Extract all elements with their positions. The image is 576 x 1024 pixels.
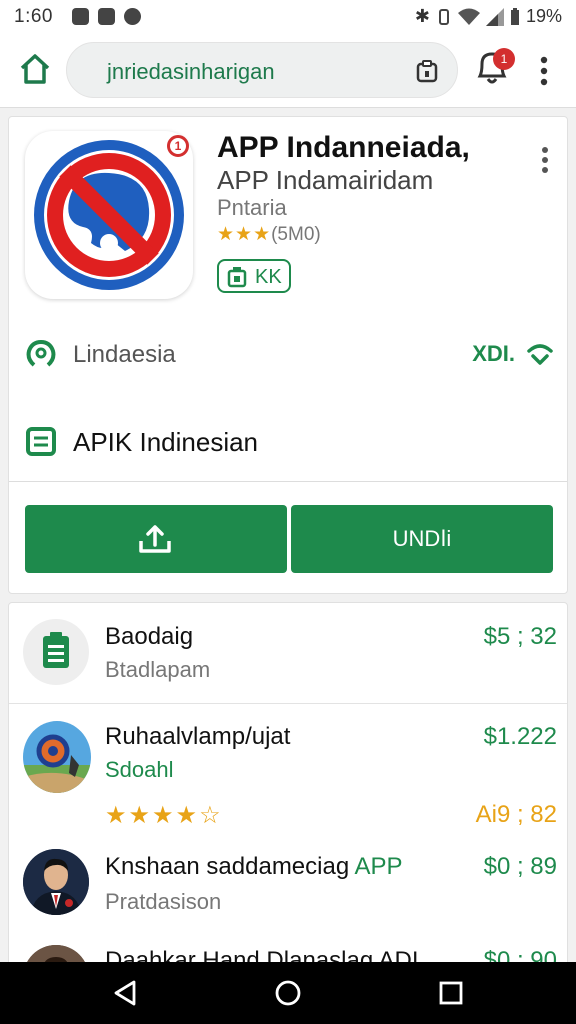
- status-icons: ✱ 19%: [415, 6, 562, 27]
- app-developer[interactable]: Pntaria: [217, 195, 287, 221]
- tab-icon[interactable]: [415, 59, 439, 83]
- app-thumbnail-icon: [23, 721, 91, 793]
- list-item-price-secondary: Ai9 ; 82: [475, 801, 557, 828]
- package-icon: [227, 267, 247, 288]
- apk-label: APIK Indinesian: [73, 427, 259, 457]
- list-item-price: $0 ; 89: [483, 853, 557, 880]
- related-apps-list: Baodaig Btadlapam $5 ; 32 Ruhaalvlamp/uj…: [8, 602, 568, 982]
- back-icon[interactable]: [110, 978, 140, 1008]
- document-icon: [23, 619, 89, 685]
- home-nav-icon[interactable]: [273, 978, 303, 1008]
- notification-icon: [72, 8, 89, 25]
- chevron-right-icon: [527, 344, 553, 365]
- list-item-price: $5 ; 32: [483, 623, 557, 650]
- list-item-title: Baodaig: [105, 623, 194, 650]
- wifi-icon: [457, 8, 480, 25]
- battery-level: 19%: [525, 6, 562, 26]
- navigation-bar: [0, 962, 576, 1024]
- install-button[interactable]: UNDⅼi: [291, 505, 553, 573]
- notification-badge: 1: [493, 48, 515, 70]
- rating-stars: ★★★: [217, 224, 272, 245]
- signal-icon: [485, 7, 504, 26]
- more-options-icon[interactable]: [534, 54, 554, 88]
- url-text[interactable]: jnriedasinharigan: [107, 59, 275, 85]
- recents-icon[interactable]: [436, 978, 466, 1008]
- list-item-subtitle: Pratdasison: [105, 889, 222, 914]
- app-badge: 1: [167, 135, 189, 157]
- app-tag[interactable]: KK: [217, 259, 291, 293]
- list-item-title: Ruhaalvlamp/ujat: [105, 723, 291, 750]
- location-label: Lindaesia: [73, 341, 176, 368]
- list-item[interactable]: Baodaig Btadlapam $5 ; 32: [9, 603, 567, 703]
- app-card: 1 APP Indanneiada, APP Indamairidam Pnta…: [8, 116, 568, 594]
- list-item-title: Knshaan saddameciag APP: [105, 853, 403, 880]
- app-logo-icon: [34, 140, 184, 290]
- list-item-subtitle: Sdoahl: [105, 757, 174, 782]
- browser-toolbar: jnriedasinharigan 1: [0, 34, 576, 108]
- notification-icon: [98, 8, 115, 25]
- notification-icon: [124, 8, 141, 25]
- divider: [9, 481, 567, 482]
- app-rating: ★★★(5M0): [217, 223, 321, 246]
- file-icon: [26, 427, 56, 456]
- person-photo-icon: [23, 849, 89, 915]
- list-item[interactable]: Knshaan saddameciag APP Pratdasison $0 ;…: [9, 843, 567, 943]
- app-icon[interactable]: [25, 131, 193, 299]
- battery-icon: [510, 7, 519, 25]
- app-title: APP Indanneiada,: [217, 131, 470, 164]
- rating-count: (5M0): [271, 224, 321, 245]
- apk-row[interactable]: APIK Indinesian: [25, 421, 555, 461]
- app-more-icon[interactable]: [537, 145, 553, 175]
- share-icon: [139, 525, 171, 553]
- tag-label: KK: [255, 266, 282, 288]
- share-button[interactable]: [25, 505, 287, 573]
- list-item-subtitle: Btadlapam: [105, 657, 211, 682]
- list-item-stars: ★★★★☆: [105, 802, 223, 829]
- status-bar: 1:60 ✱ 19%: [0, 0, 576, 34]
- status-time: 1:60: [14, 6, 53, 27]
- location-icon: [26, 339, 56, 367]
- bluetooth-icon: ✱: [414, 6, 430, 26]
- app-subtitle: APP Indamairidam: [217, 165, 434, 195]
- vibrate-icon: [438, 8, 449, 25]
- list-item-price: $1.222: [483, 723, 557, 750]
- list-item[interactable]: Ruhaalvlamp/ujat Sdoahl $1.222 ★★★★☆ Ai9…: [9, 703, 567, 843]
- location-size: XDI.: [472, 341, 515, 366]
- location-row[interactable]: Lindaesia XDI.: [25, 337, 555, 373]
- home-icon[interactable]: [18, 52, 52, 86]
- address-bar[interactable]: jnriedasinharigan: [66, 42, 458, 98]
